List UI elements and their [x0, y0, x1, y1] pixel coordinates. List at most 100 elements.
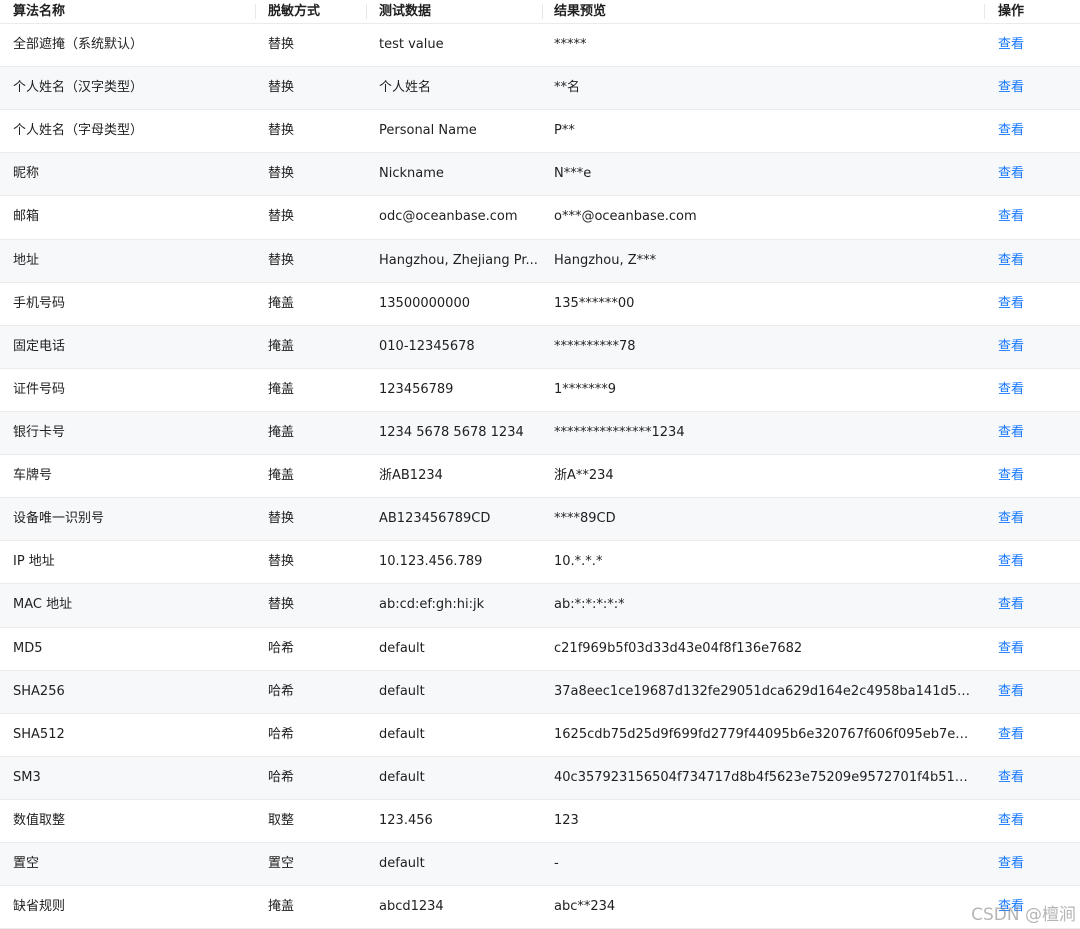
cell-result-preview-text: 37a8eec1ce19687d132fe29051dca629d164e2c4…	[554, 683, 973, 699]
table-row: 邮箱 替换 odc@oceanbase.com o***@oceanbase.com 查…	[0, 196, 1080, 240]
cell-algorithm-name-text: 昵称	[13, 166, 40, 182]
cell-test-data: ab:cd:ef:gh:hi:jk	[367, 584, 543, 626]
cell-algorithm-name-text: MD5	[13, 640, 43, 656]
cell-test-data-text: Personal Name	[379, 123, 477, 139]
view-link[interactable]: 查看	[998, 381, 1024, 399]
view-link[interactable]: 查看	[998, 683, 1024, 701]
cell-masking-method: 掩盖	[256, 369, 367, 411]
cell-masking-method-text: 置空	[268, 856, 295, 872]
table-row: 手机号码 掩盖 13500000000 135******00 查看	[0, 282, 1080, 326]
cell-result-preview: N***e	[543, 153, 985, 195]
cell-test-data-text: default	[379, 640, 425, 656]
cell-masking-method-text: 掩盖	[268, 381, 295, 397]
cell-algorithm-name-text: 银行卡号	[13, 425, 66, 441]
view-link[interactable]: 查看	[998, 467, 1024, 485]
view-link[interactable]: 查看	[998, 252, 1024, 270]
cell-result-preview: 37a8eec1ce19687d132fe29051dca629d164e2c4…	[543, 671, 985, 713]
header-test-data-label: 测试数据	[379, 3, 432, 19]
cell-algorithm-name: 邮箱	[0, 196, 256, 238]
cell-result-preview-text: c21f969b5f03d33d43e04f8f136e7682	[554, 640, 803, 656]
cell-test-data: 个人姓名	[367, 67, 543, 109]
view-link[interactable]: 查看	[998, 855, 1024, 873]
cell-action: 查看	[985, 110, 1080, 152]
cell-test-data-text: odc@oceanbase.com	[379, 209, 518, 225]
header-preview-label: 结果预览	[554, 3, 607, 19]
cell-result-preview-text: ****89CD	[554, 511, 616, 527]
cell-result-preview-text: **********78	[554, 338, 636, 354]
cell-result-preview: 10.*.*.*	[543, 541, 985, 583]
view-link[interactable]: 查看	[998, 295, 1024, 313]
cell-test-data-text: 123456789	[379, 381, 454, 397]
cell-masking-method: 掩盖	[256, 412, 367, 454]
cell-algorithm-name: SM3	[0, 757, 256, 799]
table-row: SHA256 哈希 default 37a8eec1ce19687d132fe2905…	[0, 670, 1080, 714]
cell-masking-method: 置空	[256, 843, 367, 885]
view-link[interactable]: 查看	[998, 208, 1024, 226]
view-link[interactable]: 查看	[998, 165, 1024, 183]
cell-test-data: default	[367, 843, 543, 885]
view-link[interactable]: 查看	[998, 640, 1024, 658]
view-link[interactable]: 查看	[998, 769, 1024, 787]
cell-masking-method-text: 哈希	[268, 640, 295, 656]
cell-masking-method: 替换	[256, 541, 367, 583]
cell-result-preview: *****	[543, 24, 985, 66]
table-row: 证件号码 掩盖 123456789 1*******9 查看	[0, 368, 1080, 412]
cell-masking-method-text: 替换	[268, 37, 295, 53]
view-link[interactable]: 查看	[998, 553, 1024, 571]
column-header-method: 脱敏方式	[256, 0, 367, 23]
cell-algorithm-name: 设备唯一识别号	[0, 498, 256, 540]
view-link[interactable]: 查看	[998, 338, 1024, 356]
cell-masking-method: 取整	[256, 800, 367, 842]
cell-masking-method: 掩盖	[256, 886, 367, 928]
view-link[interactable]: 查看	[998, 726, 1024, 744]
cell-action: 查看	[985, 671, 1080, 713]
cell-result-preview: 1625cdb75d25d9f699fd2779f44095b6e320767f…	[543, 714, 985, 756]
cell-result-preview-text: ***************1234	[554, 425, 685, 441]
cell-result-preview-text: **名	[554, 80, 581, 96]
view-link[interactable]: 查看	[998, 79, 1024, 97]
table-row: 全部遮掩（系统默认） 替换 test value ***** 查看	[0, 24, 1080, 68]
view-link[interactable]: 查看	[998, 596, 1024, 614]
cell-test-data: default	[367, 628, 543, 670]
cell-result-preview-text: 10.*.*.*	[554, 554, 603, 570]
column-header-test-data: 测试数据	[367, 0, 543, 23]
cell-algorithm-name: 数值取整	[0, 800, 256, 842]
cell-test-data: 123456789	[367, 369, 543, 411]
cell-masking-method: 哈希	[256, 757, 367, 799]
cell-action: 查看	[985, 800, 1080, 842]
cell-test-data: 123.456	[367, 800, 543, 842]
view-link[interactable]: 查看	[998, 510, 1024, 528]
cell-result-preview-text: *****	[554, 37, 587, 53]
cell-masking-method-text: 取整	[268, 813, 295, 829]
cell-masking-method-text: 替换	[268, 80, 295, 96]
table-row: 地址 替换 Hangzhou, Zhejiang Pr... Hangzhou, Z*…	[0, 239, 1080, 283]
cell-test-data-text: Nickname	[379, 166, 444, 182]
cell-masking-method: 哈希	[256, 671, 367, 713]
cell-algorithm-name: 全部遮掩（系统默认）	[0, 24, 256, 66]
view-link[interactable]: 查看	[998, 812, 1024, 830]
cell-masking-method-text: 替换	[268, 511, 295, 527]
view-link[interactable]: 查看	[998, 122, 1024, 140]
cell-masking-method: 替换	[256, 67, 367, 109]
cell-action: 查看	[985, 714, 1080, 756]
view-link[interactable]: 查看	[998, 898, 1024, 916]
cell-masking-method-text: 替换	[268, 123, 295, 139]
cell-action: 查看	[985, 757, 1080, 799]
cell-algorithm-name-text: 个人姓名（字母类型）	[13, 123, 144, 139]
view-link[interactable]: 查看	[998, 36, 1024, 54]
column-header-preview: 结果预览	[543, 0, 985, 23]
cell-action: 查看	[985, 628, 1080, 670]
cell-action: 查看	[985, 886, 1080, 928]
cell-masking-method-text: 哈希	[268, 726, 295, 742]
table-row: 昵称 替换 Nickname N***e 查看	[0, 153, 1080, 197]
cell-result-preview-text: ab:*:*:*:*:*	[554, 597, 625, 613]
cell-test-data-text: 1234 5678 5678 1234	[379, 425, 524, 441]
cell-algorithm-name: 个人姓名（字母类型）	[0, 110, 256, 152]
cell-result-preview: 1*******9	[543, 369, 985, 411]
column-header-name: 算法名称	[0, 0, 256, 23]
cell-test-data: 010-12345678	[367, 326, 543, 368]
cell-algorithm-name: MAC 地址	[0, 584, 256, 626]
cell-result-preview-text: abc**234	[554, 899, 616, 915]
cell-algorithm-name: IP 地址	[0, 541, 256, 583]
view-link[interactable]: 查看	[998, 424, 1024, 442]
